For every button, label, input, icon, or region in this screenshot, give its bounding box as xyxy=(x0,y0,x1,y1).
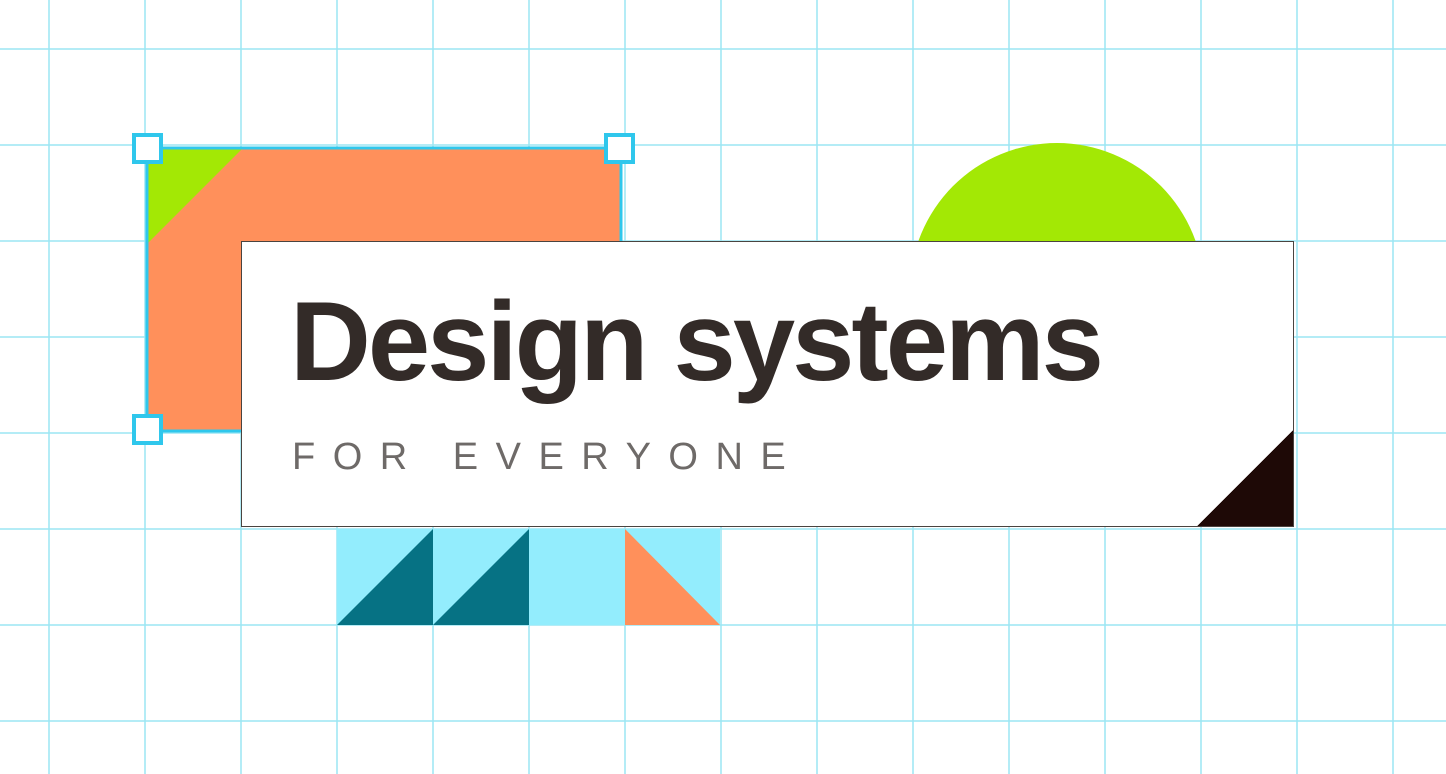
dark-corner-triangle xyxy=(1197,430,1293,526)
triangle-tiles xyxy=(337,529,720,625)
resize-handle-top-left[interactable] xyxy=(132,133,163,164)
resize-handle-top-right[interactable] xyxy=(604,133,635,164)
headline: Design systems xyxy=(290,279,1104,404)
title-card: Design systems FOR EVERYONE xyxy=(241,241,1294,527)
tagline: FOR EVERYONE xyxy=(292,436,804,478)
resize-handle-bottom-left[interactable] xyxy=(132,414,163,445)
